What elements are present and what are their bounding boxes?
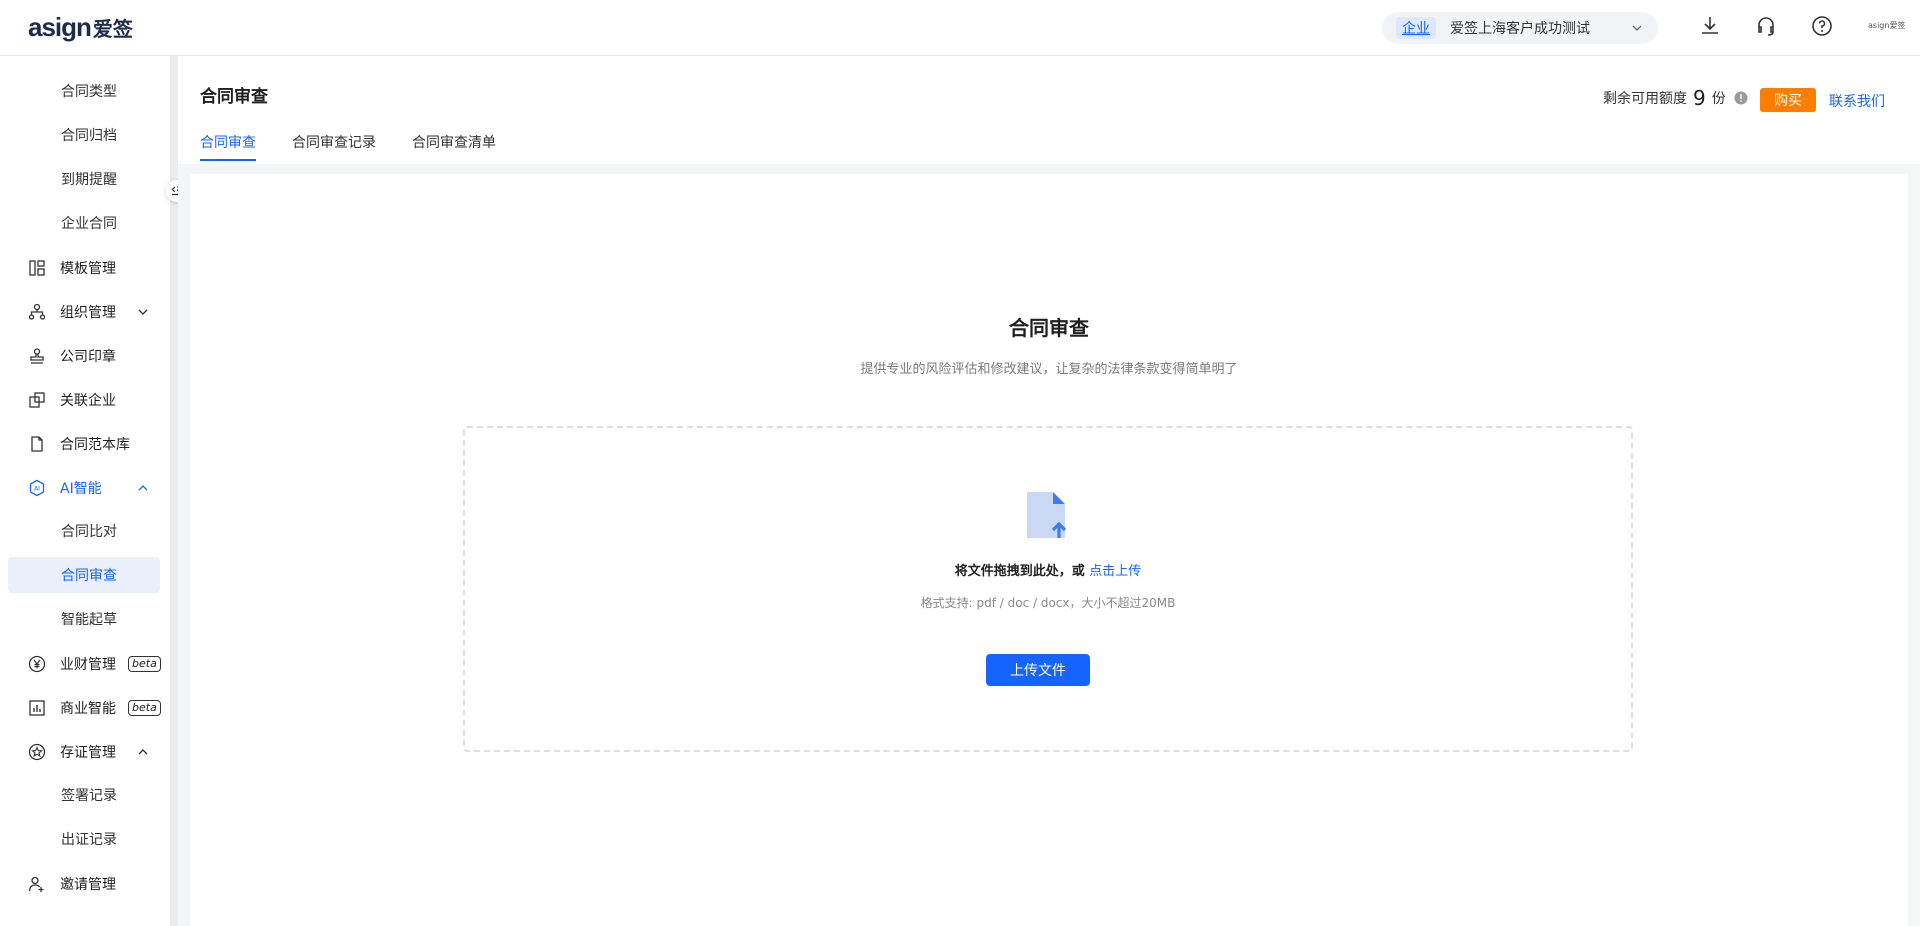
sidebar-item-invitations[interactable]: 邀请管理 xyxy=(8,866,160,902)
sidebar-item-label: 合同比对 xyxy=(61,524,117,540)
sidebar-item-label: 关联企业 xyxy=(60,393,116,409)
logo-text-en: asign xyxy=(28,12,92,42)
sidebar-item-sign-records[interactable]: 签署记录 xyxy=(8,777,160,813)
sidebar-item-contract-archive[interactable]: 合同归档 xyxy=(8,117,160,153)
sidebar-item-label: 业财管理 xyxy=(60,657,116,673)
file-dropzone[interactable]: 将文件拖拽到此处，或 点击上传 格式支持: pdf / doc / docx，大… xyxy=(463,426,1633,752)
drop-instruction-text: 将文件拖拽到此处，或 xyxy=(954,564,1085,579)
sidebar: 合同类型 合同归档 到期提醒 企业合同 模板管理 组织管理 公司印章 关联企业 … xyxy=(0,56,170,926)
sidebar-item-label: 智能起草 xyxy=(61,612,117,628)
sidebar-item-expiry-reminder[interactable]: 到期提醒 xyxy=(8,161,160,197)
help-icon[interactable] xyxy=(1810,14,1834,38)
bar-chart-icon xyxy=(29,700,45,716)
ai-icon: AI xyxy=(29,479,45,497)
sidebar-item-label: 合同审查 xyxy=(61,568,117,584)
sidebar-item-label: 邀请管理 xyxy=(60,877,116,893)
document-icon xyxy=(31,436,43,452)
format-hint: 格式支持: pdf / doc / docx，大小不超过20MB xyxy=(920,596,1176,610)
logo-text-cn: 爱签 xyxy=(92,17,133,41)
sidebar-item-label: 合同归档 xyxy=(61,128,117,144)
tab-review-records[interactable]: 合同审查记录 xyxy=(292,132,376,161)
sidebar-item-finance[interactable]: 业财管理 beta xyxy=(8,646,161,682)
card-subtitle: 提供专业的风险评估和修改建议，让复杂的法律条款变得简单明了 xyxy=(860,362,1238,377)
svg-text:AI: AI xyxy=(34,486,40,493)
top-header: asign 爱签 企业 爱签上海客户成功测试 asign爱签 xyxy=(0,0,1920,56)
sidebar-item-label: 商业智能 xyxy=(60,701,116,717)
sidebar-item-template-library[interactable]: 合同范本库 xyxy=(8,426,160,462)
enterprise-switcher[interactable]: 企业 爱签上海客户成功测试 xyxy=(1382,12,1658,44)
sidebar-item-label: 到期提醒 xyxy=(61,172,117,188)
sidebar-item-contract-review[interactable]: 合同审查 xyxy=(8,557,160,593)
sidebar-item-label: 企业合同 xyxy=(61,216,117,232)
enterprise-tag: 企业 xyxy=(1396,17,1436,39)
sidebar-item-label: AI智能 xyxy=(60,481,102,497)
info-icon[interactable] xyxy=(1734,91,1748,105)
headset-icon[interactable] xyxy=(1754,14,1778,38)
sidebar-item-evidence[interactable]: 存证管理 xyxy=(8,734,160,770)
beta-badge: beta xyxy=(128,656,161,672)
app-logo[interactable]: asign 爱签 xyxy=(28,12,133,44)
sidebar-item-related-enterprise[interactable]: 关联企业 xyxy=(8,382,160,418)
stamp-icon xyxy=(30,348,44,364)
card-title: 合同审查 xyxy=(1009,316,1089,340)
quota-label: 剩余可用额度 xyxy=(1603,91,1687,107)
quota-value: 9 xyxy=(1693,86,1706,110)
quota-display: 剩余可用额度 9 份 xyxy=(1603,86,1748,110)
sidebar-item-label: 合同类型 xyxy=(61,84,117,100)
sidebar-item-enterprise-contract[interactable]: 企业合同 xyxy=(8,205,160,241)
chevron-up-icon xyxy=(138,749,148,755)
tab-contract-review[interactable]: 合同审查 xyxy=(200,132,256,161)
chevron-up-icon xyxy=(138,485,148,491)
chevron-down-icon xyxy=(138,309,148,315)
drop-instruction: 将文件拖拽到此处，或 点击上传 xyxy=(465,560,1631,579)
sidebar-item-ai[interactable]: AI AI智能 xyxy=(8,470,160,506)
sidebar-item-label: 存证管理 xyxy=(60,745,116,761)
tab-review-checklist[interactable]: 合同审查清单 xyxy=(412,132,496,161)
enterprise-name: 爱签上海客户成功测试 xyxy=(1450,21,1590,37)
sidebar-item-contract-compare[interactable]: 合同比对 xyxy=(8,513,160,549)
quota-unit: 份 xyxy=(1711,91,1726,107)
sidebar-item-label: 合同范本库 xyxy=(60,437,130,453)
review-card: 合同审查 提供专业的风险评估和修改建议，让复杂的法律条款变得简单明了 将文件拖拽… xyxy=(190,174,1908,926)
sidebar-item-label: 组织管理 xyxy=(60,305,116,321)
sidebar-item-smart-draft[interactable]: 智能起草 xyxy=(8,601,160,637)
sidebar-item-label: 签署记录 xyxy=(61,788,117,804)
sidebar-item-label: 公司印章 xyxy=(60,349,116,365)
invite-icon xyxy=(28,876,44,892)
org-tree-icon xyxy=(28,303,46,320)
layout-icon xyxy=(29,260,45,276)
sidebar-item-label: 出证记录 xyxy=(61,832,117,848)
buy-button[interactable]: 购买 xyxy=(1760,88,1816,112)
upload-file-button[interactable]: 上传文件 xyxy=(986,654,1090,686)
contact-us-link[interactable]: 联系我们 xyxy=(1829,91,1885,111)
evidence-icon xyxy=(28,743,46,761)
sidebar-item-contract-type[interactable]: 合同类型 xyxy=(8,73,160,109)
chevron-down-icon xyxy=(1632,25,1642,31)
sidebar-item-business-intelligence[interactable]: 商业智能 beta xyxy=(8,690,161,726)
click-upload-link[interactable]: 点击上传 xyxy=(1089,564,1141,579)
sidebar-item-templates[interactable]: 模板管理 xyxy=(8,250,160,286)
link-boxes-icon xyxy=(29,392,45,408)
tab-bar: 合同审查 合同审查记录 合同审查清单 xyxy=(200,132,532,161)
sidebar-item-company-seal[interactable]: 公司印章 xyxy=(8,338,160,374)
download-icon[interactable] xyxy=(1698,14,1722,38)
page-title: 合同审查 xyxy=(200,87,268,107)
file-upload-icon xyxy=(1027,492,1067,538)
user-avatar[interactable]: asign爱签 xyxy=(1868,20,1905,31)
beta-badge: beta xyxy=(128,700,161,716)
sidebar-item-organization[interactable]: 组织管理 xyxy=(8,294,160,330)
sidebar-item-certificate-records[interactable]: 出证记录 xyxy=(8,821,160,857)
yen-icon xyxy=(28,655,46,673)
sidebar-item-label: 模板管理 xyxy=(60,261,116,277)
